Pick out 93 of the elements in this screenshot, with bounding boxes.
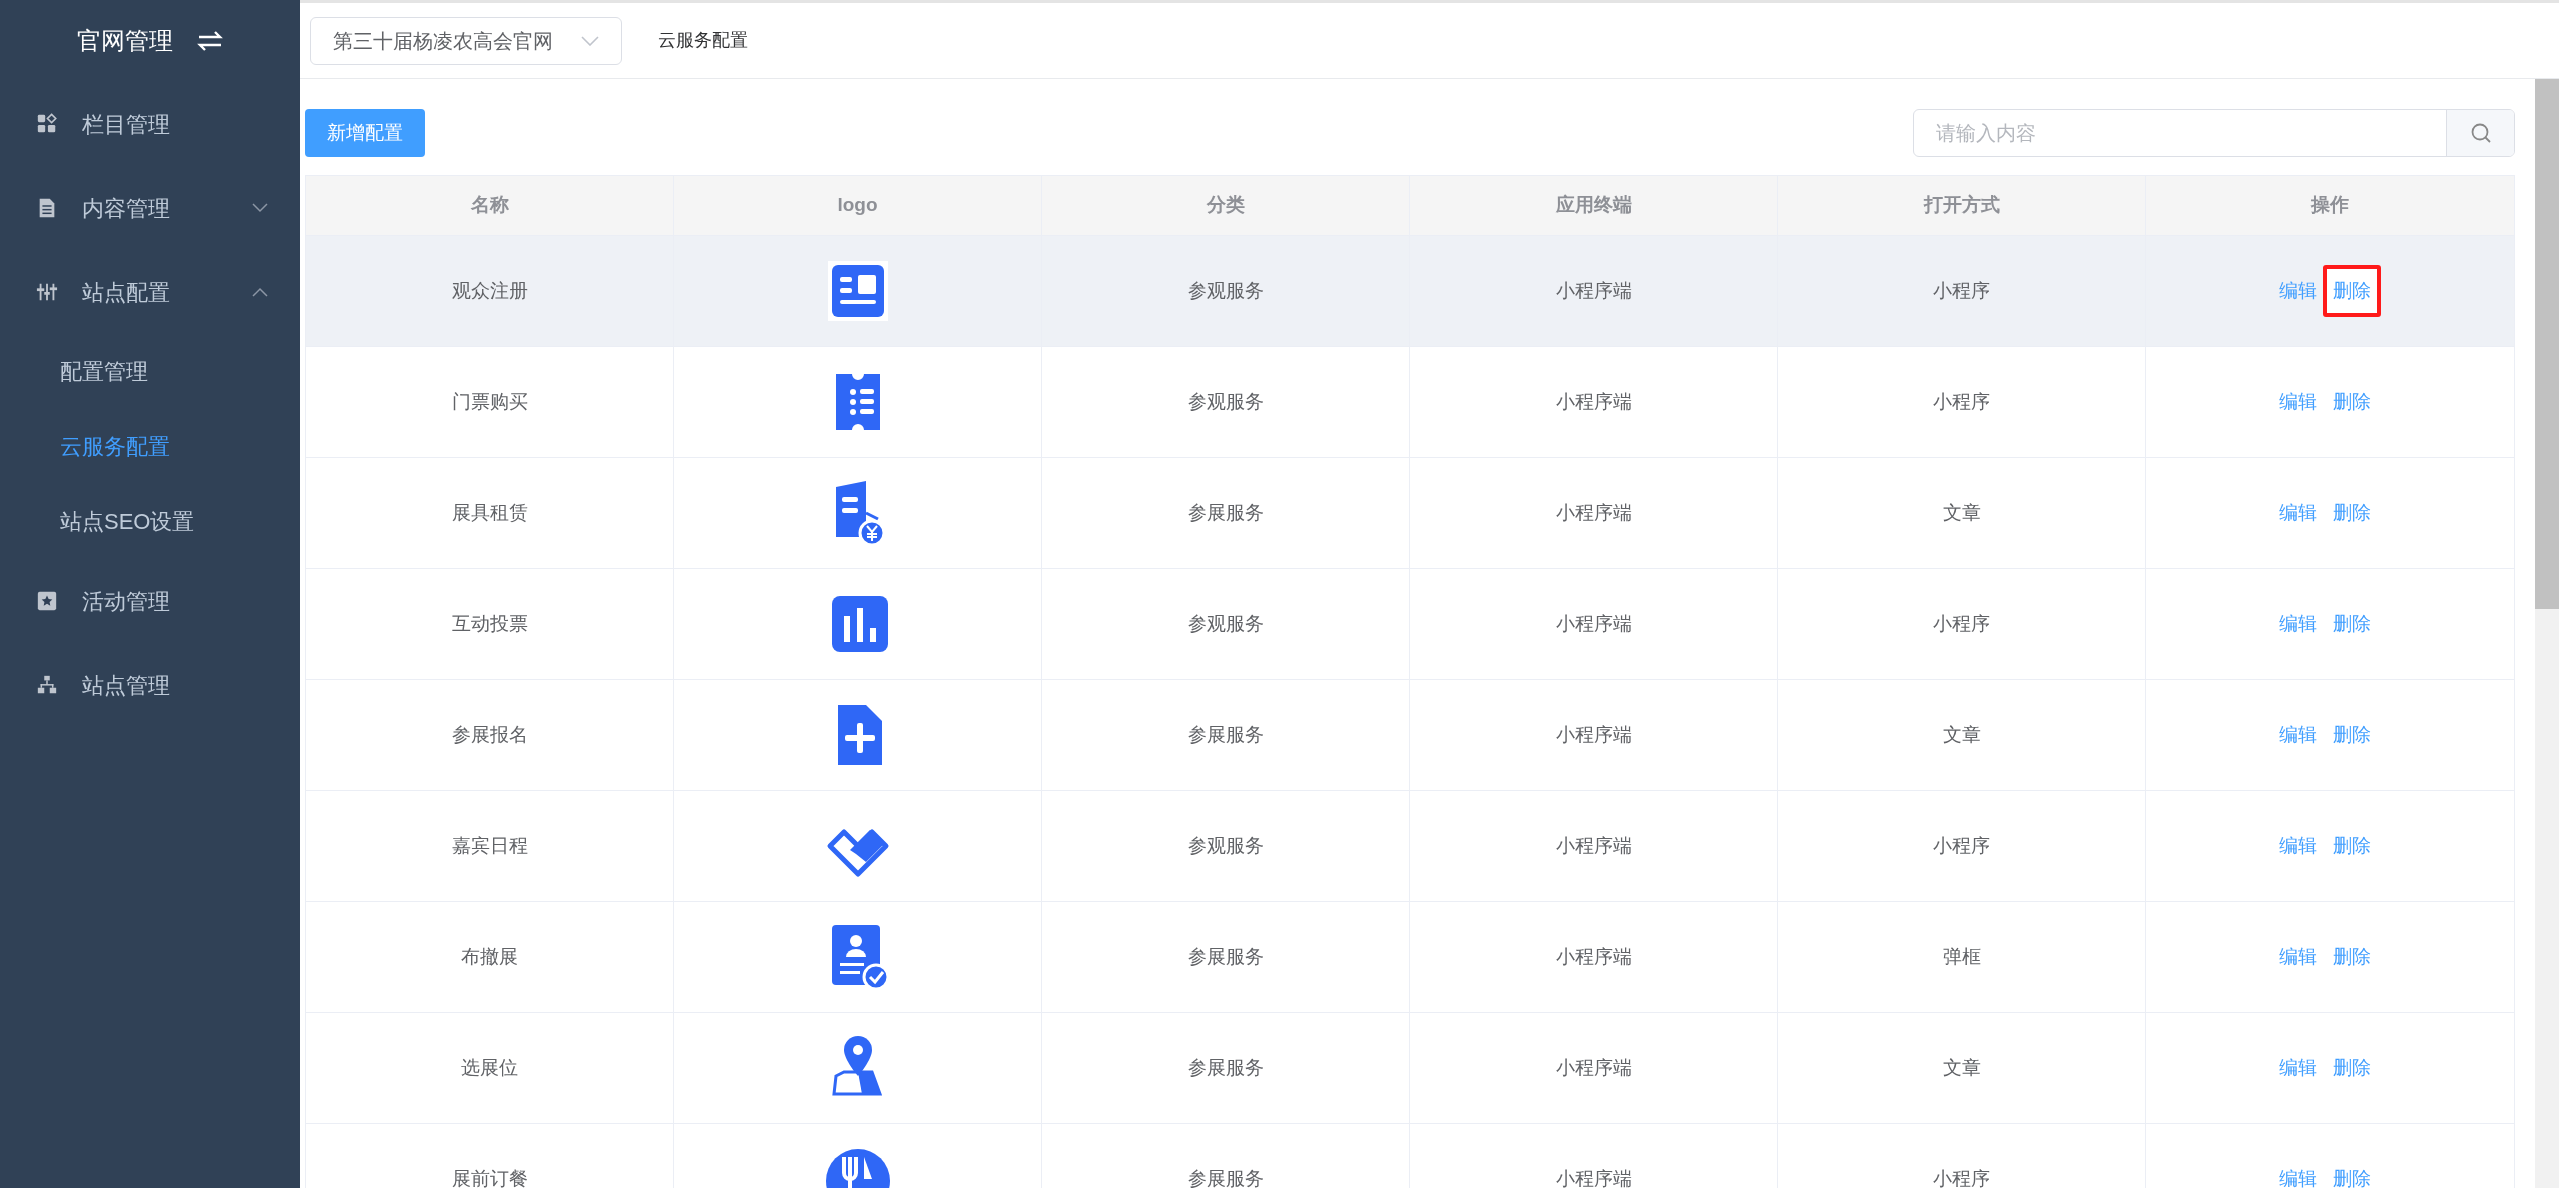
search-input[interactable]: 请输入内容 <box>1914 110 2446 156</box>
table-cell-text: 嘉宾日程 <box>451 833 528 858</box>
sidebar-menu-item[interactable]: 站点配置 <box>0 250 300 334</box>
scrollbar[interactable] <box>2535 79 2559 1188</box>
search-button[interactable] <box>2446 110 2514 156</box>
delete-link[interactable]: 删除 <box>2333 945 2371 967</box>
table-cell-text: 小程序端 <box>1555 833 1632 858</box>
table-cell-text: 参展服务 <box>1187 500 1264 525</box>
table-cell-text: 文章 <box>1942 722 1981 747</box>
edit-link[interactable]: 编辑 <box>2279 942 2317 972</box>
table-cell-text: 参观服务 <box>1187 278 1264 303</box>
table-cell-text: 小程序端 <box>1555 389 1632 414</box>
table-row[interactable]: 展具租赁 参展服务 小程序端 文章 编辑 删除 <box>306 458 2514 569</box>
table-cell-text: 参观服务 <box>1187 389 1264 414</box>
table-cell-text: 选展位 <box>461 1055 518 1080</box>
table-cell-text: 小程序 <box>1933 611 1990 636</box>
table-cell-text: 展具租赁 <box>451 500 528 525</box>
chevron-down-icon <box>252 203 268 213</box>
table-row[interactable]: 嘉宾日程 参观服务 小程序端 小程序 编辑 删除 <box>306 791 2514 902</box>
table-cell-text: 文章 <box>1942 1055 1981 1080</box>
delete-link[interactable]: 删除 <box>2333 834 2371 856</box>
edit-link[interactable]: 编辑 <box>2279 609 2317 639</box>
delete-link[interactable]: 删除 <box>2333 1056 2371 1078</box>
table-cell-text: 互动投票 <box>451 611 528 636</box>
sidebar-menu-item[interactable]: 站点管理 <box>0 643 300 727</box>
table-cell-text: 参展服务 <box>1187 1166 1264 1188</box>
grid-icon <box>36 113 58 135</box>
edit-link[interactable]: 编辑 <box>2279 1164 2317 1188</box>
sliders-icon <box>36 281 58 303</box>
table-cell-text: 观众注册 <box>451 278 528 303</box>
search-field[interactable]: 请输入内容 <box>1913 109 2515 157</box>
table-cell-text: 小程序 <box>1933 1166 1990 1188</box>
table-cell-text: 参展服务 <box>1187 944 1264 969</box>
table-cell-text: 参展报名 <box>451 722 528 747</box>
delete-link[interactable]: 删除 <box>2333 501 2371 523</box>
edit-link[interactable]: 编辑 <box>2279 498 2317 528</box>
table-cell-text: 文章 <box>1942 500 1981 525</box>
table-row[interactable]: 观众注册 参观服务 小程序端 小程序 编辑 删除 <box>306 236 2514 347</box>
search-icon <box>2469 122 2492 144</box>
table-cell-text: 小程序端 <box>1555 278 1632 303</box>
sidebar-menu-item[interactable]: 内容管理 <box>0 166 300 250</box>
sidebar-submenu-item[interactable]: 站点SEO设置 <box>0 484 300 559</box>
table-cell-text: 小程序端 <box>1555 1166 1632 1188</box>
delete-link[interactable]: 删除 <box>2333 612 2371 634</box>
table-cell-text: 参展服务 <box>1187 722 1264 747</box>
sidebar-submenu-item[interactable]: 配置管理 <box>0 334 300 409</box>
table-cell-text: 小程序 <box>1933 833 1990 858</box>
swap-icon[interactable] <box>197 30 223 52</box>
column-header: 打开方式 <box>1923 193 2000 218</box>
table-cell-text: 布撤展 <box>461 944 518 969</box>
table-row[interactable]: 选展位 参展服务 小程序端 文章 编辑 删除 <box>306 1013 2514 1124</box>
column-header: 应用终端 <box>1555 193 1632 218</box>
table-cell-text: 小程序端 <box>1555 1055 1632 1080</box>
scrollbar-thumb[interactable] <box>2535 79 2559 609</box>
delete-link[interactable]: 删除 <box>2333 390 2371 412</box>
column-header: 名称 <box>470 193 509 218</box>
table-cell-text: 小程序 <box>1933 389 1990 414</box>
sidebar-menu-item[interactable]: 活动管理 <box>0 559 300 643</box>
breadcrumb: 云服务配置 <box>658 29 748 52</box>
column-header: logo <box>837 193 878 218</box>
table-cell-text: 弹框 <box>1942 944 1981 969</box>
column-header: 分类 <box>1206 193 1245 218</box>
table-cell-text: 展前订餐 <box>451 1166 528 1188</box>
table-cell-text: 参观服务 <box>1187 611 1264 636</box>
table-cell-text: 参展服务 <box>1187 1055 1264 1080</box>
edit-link[interactable]: 编辑 <box>2279 276 2317 306</box>
chevron-down-icon <box>581 35 599 46</box>
table-cell-text: 门票购买 <box>451 389 528 414</box>
delete-link[interactable]: 删除 <box>2333 1167 2371 1188</box>
delete-link[interactable]: 删除 <box>2333 279 2371 301</box>
sidebar-title: 官网管理 <box>77 26 173 56</box>
edit-link[interactable]: 编辑 <box>2279 1053 2317 1083</box>
table-cell-text: 参观服务 <box>1187 833 1264 858</box>
sidebar-menu-item[interactable]: 栏目管理 <box>0 82 300 166</box>
table-row[interactable]: 互动投票 参观服务 小程序端 小程序 编辑 删除 <box>306 569 2514 680</box>
sitemap-icon <box>36 674 58 696</box>
sidebar-submenu-item[interactable]: 云服务配置 <box>0 409 300 484</box>
delete-link[interactable]: 删除 <box>2333 723 2371 745</box>
add-config-button[interactable]: 新增配置 <box>305 109 425 157</box>
column-header: 操作 <box>2311 193 2349 218</box>
table-cell-text: 小程序端 <box>1555 722 1632 747</box>
table-cell-text: 小程序端 <box>1555 611 1632 636</box>
site-select[interactable]: 第三十届杨凌农高会官网 <box>310 16 622 65</box>
edit-link[interactable]: 编辑 <box>2279 387 2317 417</box>
table-cell-text: 小程序 <box>1933 278 1990 303</box>
table-row[interactable]: 布撤展 参展服务 小程序端 弹框 编辑 删除 <box>306 902 2514 1013</box>
edit-link[interactable]: 编辑 <box>2279 720 2317 750</box>
table-row[interactable]: 参展报名 参展服务 小程序端 文章 编辑 删除 <box>306 680 2514 791</box>
table-cell-text: 小程序端 <box>1555 944 1632 969</box>
chevron-up-icon <box>252 287 268 297</box>
table-row[interactable]: 门票购买 参观服务 小程序端 小程序 编辑 删除 <box>306 347 2514 458</box>
edit-link[interactable]: 编辑 <box>2279 831 2317 861</box>
table-cell-text: 小程序端 <box>1555 500 1632 525</box>
